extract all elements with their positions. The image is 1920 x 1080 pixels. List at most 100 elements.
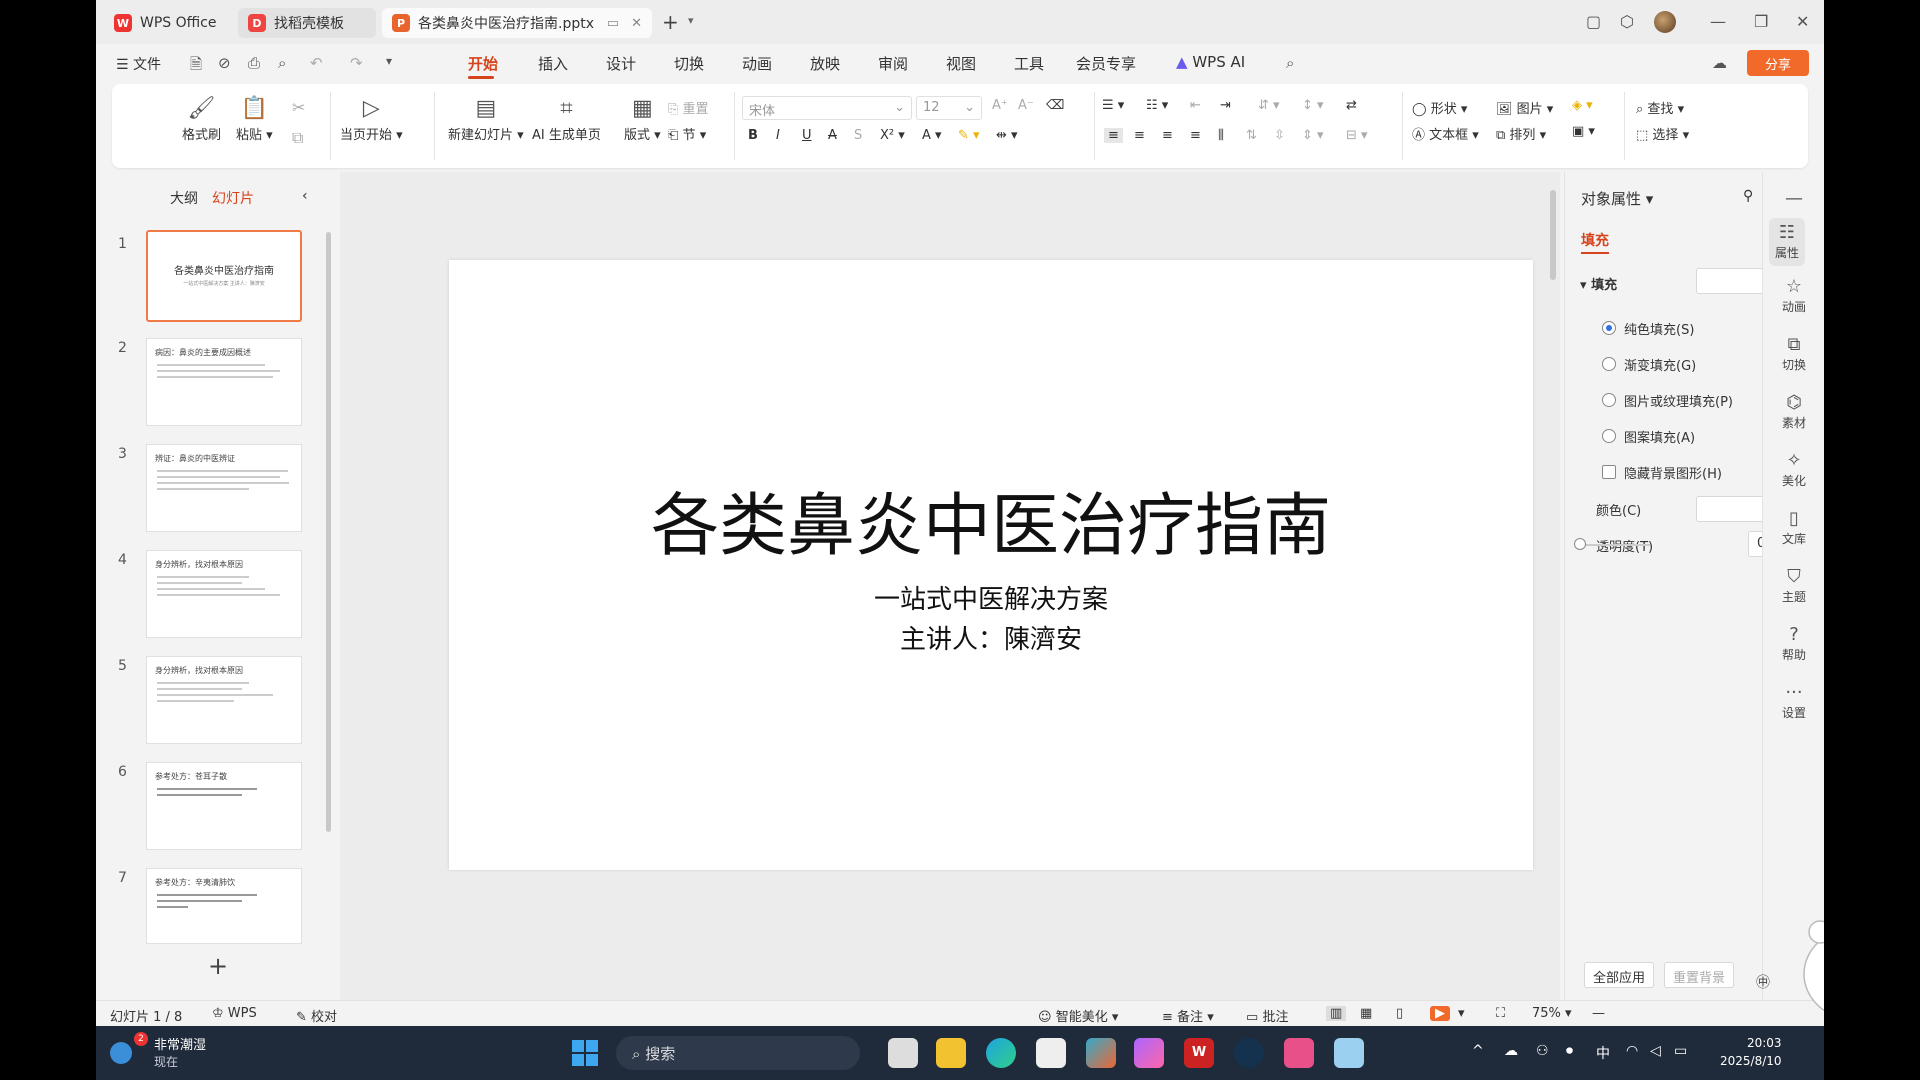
menu-slideshow[interactable]: 放映 [810, 53, 840, 74]
mascot-sticker[interactable] [1786, 900, 1824, 1026]
task-view-icon[interactable] [888, 1038, 918, 1068]
taskbar-search[interactable]: ⌕ 搜索 [616, 1036, 860, 1070]
search-icon[interactable]: ⌕ [1286, 54, 1294, 72]
line-spacing-icon[interactable]: ↕ ▾ [1302, 98, 1324, 113]
align-center-icon[interactable]: ≡ [1134, 128, 1145, 143]
app-icon[interactable] [1086, 1038, 1116, 1068]
font-size-select[interactable]: 12 ⌄ [916, 96, 982, 120]
shrink-font-icon[interactable]: A⁻ [1018, 98, 1034, 113]
file-explorer-icon[interactable] [936, 1038, 966, 1068]
collapse-bar-icon[interactable]: — [1763, 188, 1824, 210]
textbox-button[interactable]: Ⓐ 文本框 ▾ [1412, 124, 1479, 143]
para-spacing-icon[interactable]: ⇳ [1274, 128, 1285, 143]
battery-icon[interactable]: ▭ [1674, 1043, 1687, 1059]
minimize-icon[interactable]: — [1710, 12, 1726, 31]
slide-thumb-5[interactable]: 身分辨析，找对根本原因 [146, 656, 302, 744]
print-icon[interactable]: ⎙ [248, 54, 260, 72]
menu-animation[interactable]: 动画 [742, 53, 772, 74]
align-right-icon[interactable]: ≡ [1162, 128, 1173, 143]
zoom-level[interactable]: 75% ▾ [1532, 1006, 1572, 1021]
menu-transition[interactable]: 切换 [674, 53, 704, 74]
start-current-button[interactable]: ▷ 当页开始 ▾ [340, 96, 403, 143]
zoom-out-icon[interactable]: — [1592, 1006, 1605, 1021]
thumbnail-scrollbar[interactable] [326, 232, 331, 832]
copy-icon[interactable]: ⧉ [292, 128, 303, 148]
increase-indent-icon[interactable]: ⇥ [1220, 98, 1231, 113]
slide-thumb-2[interactable]: 病因：鼻炎的主要成因概述 [146, 338, 302, 426]
text-align-icon[interactable]: ⊟ ▾ [1346, 128, 1368, 143]
slide-thumb-1[interactable]: 各类鼻炎中医治疗指南 一站式中医解决方案 主讲人：陳濟安 [146, 230, 302, 322]
underline-icon[interactable]: U [802, 128, 812, 143]
slide-title[interactable]: 各类鼻炎中医治疗指南 [449, 470, 1533, 569]
app-icon[interactable] [1134, 1038, 1164, 1068]
chevron-down-icon[interactable]: ▾ [688, 14, 694, 27]
device-icon[interactable]: ⚇ [1536, 1043, 1549, 1059]
cloud-icon[interactable]: ☁ [1504, 1043, 1518, 1059]
convert-icon[interactable]: ⇄ [1346, 98, 1357, 113]
grow-font-icon[interactable]: A⁺ [992, 98, 1008, 113]
steam-icon[interactable] [1234, 1038, 1264, 1068]
font-name-select[interactable]: 宋体 ⌄ [742, 96, 912, 120]
new-slide-button[interactable]: ▤ 新建幻灯片 ▾ [448, 96, 524, 143]
undo-icon[interactable]: ↶ [310, 54, 323, 72]
volume-icon[interactable]: ◁ [1650, 1043, 1661, 1059]
iconbar-materials[interactable]: ⌬ 素材 [1763, 392, 1824, 431]
restore-icon[interactable]: ❐ [1754, 12, 1768, 31]
outline-color-icon[interactable]: ▣ ▾ [1572, 124, 1595, 139]
reset-button[interactable]: ⎘ 重置 [668, 98, 709, 117]
app-icon[interactable] [1284, 1038, 1314, 1068]
file-menu[interactable]: ☰ 文件 [116, 54, 161, 74]
menu-view[interactable]: 视图 [946, 53, 976, 74]
reset-background-button[interactable]: 重置背景 [1664, 962, 1735, 988]
microphone-icon[interactable]: ⏺ [1566, 1043, 1573, 1059]
normal-view-icon[interactable]: ▥ [1326, 1006, 1347, 1021]
iconbar-animation[interactable]: ☆ 动画 [1763, 276, 1824, 315]
windows-start-icon[interactable] [570, 1038, 600, 1068]
cut-icon[interactable]: ✂ [292, 98, 305, 117]
close-window-icon[interactable]: ✕ [1796, 12, 1809, 31]
char-spacing-icon[interactable]: ⇹ ▾ [996, 128, 1018, 143]
share-button[interactable]: 分享 [1747, 50, 1809, 76]
shadow-icon[interactable]: S [854, 128, 862, 143]
menu-tools[interactable]: 工具 [1014, 53, 1044, 74]
eraser-icon[interactable]: ⌫ [1046, 98, 1064, 113]
menu-insert[interactable]: 插入 [538, 53, 568, 74]
select-button[interactable]: ⬚ 选择 ▾ [1636, 124, 1689, 143]
column-icon[interactable]: ⇅ [1246, 128, 1257, 143]
highlight-icon[interactable]: ✎ ▾ [958, 128, 980, 143]
system-clock[interactable]: 20:03 2025/8/10 [1720, 1034, 1782, 1070]
fill-color-icon[interactable]: ◈ ▾ [1572, 98, 1593, 113]
menu-member[interactable]: 会员专享 [1076, 53, 1136, 74]
ai-single-page-button[interactable]: ⌗ AI 生成单页 [532, 96, 601, 143]
ime-indicator[interactable]: 中 [1596, 1043, 1610, 1063]
iconbar-theme[interactable]: ⛉ 主题 [1763, 566, 1824, 605]
play-dropdown-icon[interactable]: ▾ [1458, 1006, 1465, 1021]
smart-beautify-button[interactable]: ☺ 智能美化 ▾ [1038, 1006, 1118, 1025]
slide-subtitle-box[interactable]: 一站式中医解决方案 主讲人：陳濟安 [449, 580, 1533, 660]
grid-view-icon[interactable]: ▦ [1360, 1006, 1372, 1021]
apply-all-button[interactable]: 全部应用 [1584, 962, 1655, 988]
iconbar-transition[interactable]: ⧉ 切换 [1763, 334, 1824, 373]
wps-status-button[interactable]: ♔ WPS [212, 1006, 257, 1021]
line-spacing-2-icon[interactable]: ⇕ ▾ [1302, 128, 1324, 143]
play-slideshow-icon[interactable]: ▶ [1430, 1006, 1450, 1021]
format-painter-button[interactable]: 🖌 格式刷 [182, 96, 221, 143]
align-left-icon[interactable]: ≡ [1104, 128, 1123, 143]
italic-icon[interactable]: I [776, 128, 780, 143]
show-hidden-icons[interactable]: ^ [1472, 1043, 1484, 1059]
monitor-icon[interactable]: ▭ [607, 16, 619, 31]
layout-button[interactable]: ▦ 版式 ▾ [624, 96, 661, 143]
menu-home[interactable]: 开始 [468, 53, 498, 74]
more-icon[interactable]: ▾ [386, 54, 392, 68]
store-icon[interactable] [1036, 1038, 1066, 1068]
print-preview-icon[interactable]: ⌕ [278, 54, 286, 72]
bold-icon[interactable]: B [748, 128, 758, 143]
tab-slides[interactable]: 幻灯片 [212, 188, 254, 208]
hide-background-checkbox[interactable] [1602, 465, 1616, 479]
app-icon[interactable] [1334, 1038, 1364, 1068]
font-color-icon[interactable]: A ▾ [922, 128, 942, 143]
picture-fill-radio[interactable] [1602, 393, 1616, 407]
weather-icon[interactable] [110, 1042, 132, 1064]
arrange-button[interactable]: ⧉ 排列 ▾ [1496, 124, 1546, 143]
superscript-icon[interactable]: X² ▾ [880, 128, 905, 143]
